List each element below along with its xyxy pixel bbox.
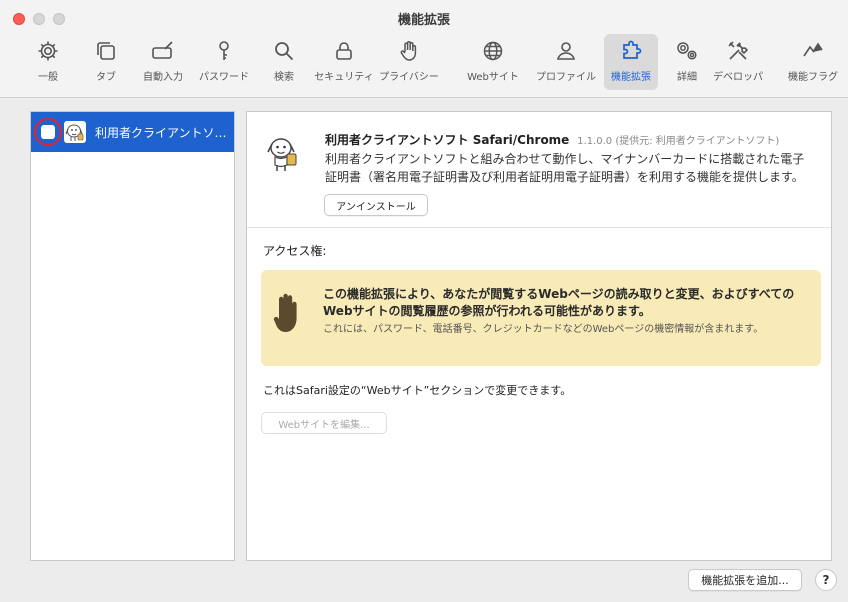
tab-privacy-label: プライバシー — [379, 72, 439, 83]
extension-title-line: 利用者クライアントソフト Safari/Chrome 1.1.0.0 (提供元:… — [325, 131, 779, 148]
tab-feature-flags[interactable]: 機能フラグ — [782, 34, 844, 90]
person-icon — [534, 38, 598, 64]
extension-thumbnail-icon — [64, 121, 86, 143]
tab-general[interactable]: 一般 — [28, 34, 68, 90]
safari-settings-window: 機能拡張 一般 タブ 自動入力 パスワード 検索 セキュリティ プライバシー W… — [0, 0, 848, 602]
raised-hand-icon — [273, 292, 303, 336]
tab-passwords-label: パスワード — [199, 72, 249, 83]
tab-profiles-label: プロファイル — [536, 72, 596, 83]
tab-search[interactable]: 検索 — [264, 34, 304, 90]
tab-developer[interactable]: デベロッパ — [710, 34, 766, 90]
gear-icon — [28, 38, 68, 64]
tab-extensions-label: 機能拡張 — [611, 72, 651, 83]
gears-icon — [664, 38, 710, 64]
extension-version-info: 1.1.0.0 (提供元: 利用者クライアントソフト) — [577, 136, 780, 147]
tab-feature-flags-label: 機能フラグ — [788, 72, 838, 83]
flags-icon — [782, 38, 844, 64]
warning-detail: これには、パスワード、電話番号、クレジットカードなどのWebページの機密情報が含… — [323, 324, 764, 335]
tab-passwords[interactable]: パスワード — [196, 34, 252, 90]
permission-warning-box: この機能拡張により、あなたが閲覧するWebページの読み取りと変更、およびすべての… — [261, 270, 821, 366]
title-bar: 機能拡張 一般 タブ 自動入力 パスワード 検索 セキュリティ プライバシー W… — [0, 0, 848, 98]
highlight-ring — [34, 118, 62, 146]
lock-icon — [314, 38, 374, 64]
tab-autofill[interactable]: 自動入力 — [136, 34, 190, 90]
tab-profiles[interactable]: プロファイル — [534, 34, 598, 90]
tab-extensions[interactable]: 機能拡張 — [604, 34, 658, 90]
add-extension-button[interactable]: 機能拡張を追加... — [688, 569, 802, 591]
tab-security[interactable]: セキュリティ — [314, 34, 374, 90]
puzzle-icon — [604, 38, 658, 64]
uninstall-button[interactable]: アンインストール — [324, 194, 428, 216]
tab-advanced-label: 詳細 — [677, 72, 697, 83]
key-icon — [196, 38, 252, 64]
tabs-icon — [86, 38, 126, 64]
extensions-list: 利用者クライアントソフト Safari/Chrome — [30, 111, 235, 561]
list-item[interactable]: 利用者クライアントソフト Safari/Chrome — [31, 112, 234, 152]
window-title: 機能拡張 — [397, 13, 450, 28]
extension-mascot-icon — [265, 134, 301, 174]
warning-message: この機能拡張により、あなたが閲覧するWebページの読み取りと変更、およびすべての… — [323, 287, 795, 318]
hand-icon — [378, 38, 440, 64]
extension-list-label: 利用者クライアントソフト Safari/Chrome — [95, 126, 230, 140]
websites-settings-note: これはSafari設定の“Webサイト”セクションで変更できます。 — [263, 384, 572, 397]
tab-tabs-label: タブ — [96, 72, 116, 83]
help-button[interactable]: ? — [815, 569, 837, 591]
tab-security-label: セキュリティ — [314, 72, 374, 83]
globe-icon — [462, 38, 524, 64]
search-icon — [264, 38, 304, 64]
extension-header: 利用者クライアントソフト Safari/Chrome 1.1.0.0 (提供元:… — [247, 112, 831, 228]
extension-detail-pane: 利用者クライアントソフト Safari/Chrome 1.1.0.0 (提供元:… — [246, 111, 832, 561]
extension-name: 利用者クライアントソフト Safari/Chrome — [325, 133, 570, 147]
tab-autofill-label: 自動入力 — [143, 72, 183, 83]
tab-websites[interactable]: Webサイト — [462, 34, 524, 90]
tab-advanced[interactable]: 詳細 — [664, 34, 710, 90]
tab-general-label: 一般 — [38, 72, 58, 83]
access-permissions-label: アクセス権: — [263, 244, 327, 258]
tools-icon — [710, 38, 766, 64]
tab-tabs[interactable]: タブ — [86, 34, 126, 90]
tab-search-label: 検索 — [274, 72, 294, 83]
autofill-icon — [136, 38, 190, 64]
extension-description: 利用者クライアントソフトと組み合わせて動作し、マイナンバーカードに搭載された電子… — [325, 152, 805, 184]
edit-websites-button[interactable]: Webサイトを編集... — [261, 412, 387, 434]
tab-developer-label: デベロッパ — [713, 72, 763, 83]
tab-websites-label: Webサイト — [467, 72, 519, 83]
tab-privacy[interactable]: プライバシー — [378, 34, 440, 90]
